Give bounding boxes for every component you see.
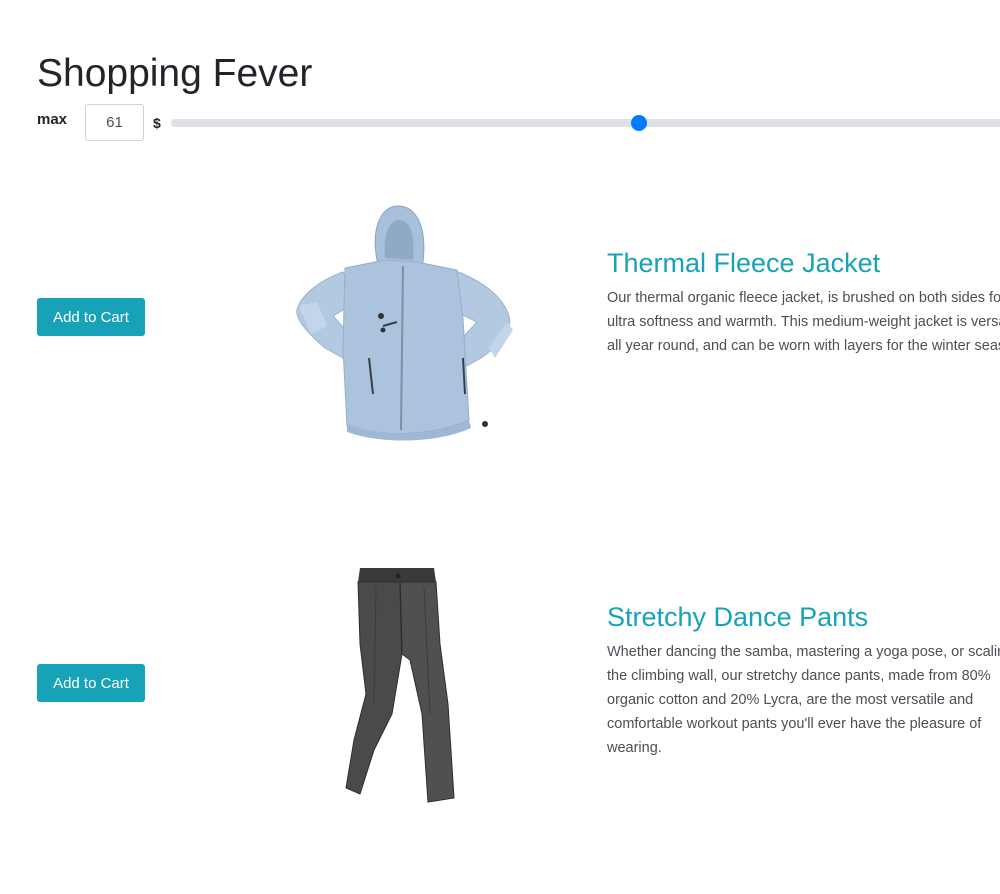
add-to-cart-button[interactable]: Add to Cart: [37, 298, 145, 336]
product-description: Our thermal organic fleece jacket, is br…: [607, 290, 1000, 354]
slider-thumb[interactable]: [631, 115, 648, 131]
add-to-cart-button[interactable]: Add to Cart: [37, 664, 145, 702]
product-name[interactable]: Thermal Fleece Jacket: [607, 247, 880, 279]
shopping-page: Shopping Fever max $ Add to Cart: [0, 0, 1000, 894]
dance-pants-image: [345, 568, 455, 803]
slider-track[interactable]: [171, 119, 1000, 127]
product-name[interactable]: Stretchy Dance Pants: [607, 601, 868, 633]
product-card: Add to Cart Stretchy Dance Pants Whether…: [0, 560, 1000, 810]
fleece-jacket-image: [296, 205, 513, 441]
product-card: Add to Cart Thermal Fleece Jacket Our th…: [0, 190, 1000, 450]
page-title: Shopping Fever: [37, 52, 313, 95]
price-slider[interactable]: [171, 110, 1000, 136]
max-price-label: max: [37, 111, 68, 128]
currency-symbol: $: [153, 115, 161, 131]
product-description: Whether dancing the samba, mastering a y…: [607, 644, 1000, 756]
max-price-input[interactable]: [85, 104, 144, 141]
